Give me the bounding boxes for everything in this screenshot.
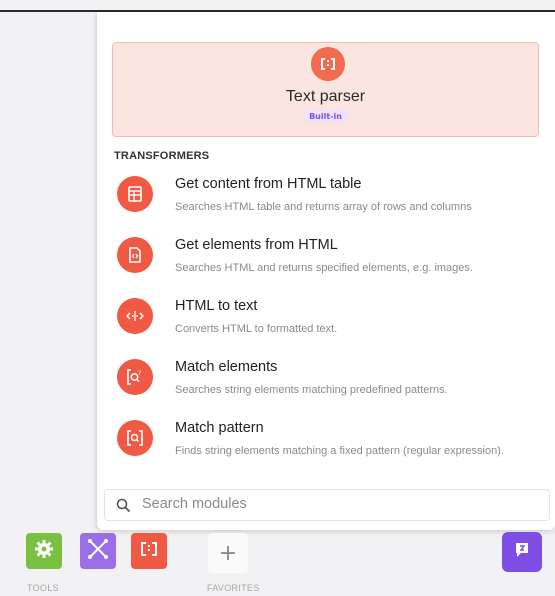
tools-button[interactable] bbox=[26, 533, 62, 569]
app-title: Text parser bbox=[285, 88, 366, 105]
section-label-transformers: TRANSFORMERS bbox=[114, 150, 210, 162]
text-parser-icon bbox=[311, 47, 345, 81]
match-pattern-icon bbox=[117, 420, 153, 456]
search-icon bbox=[116, 498, 131, 518]
flow-control-icon bbox=[87, 538, 109, 565]
module-title: Match pattern bbox=[175, 420, 264, 436]
search-input[interactable] bbox=[140, 495, 524, 513]
table-icon bbox=[117, 176, 153, 212]
module-title: Match elements bbox=[175, 359, 278, 375]
module-description: Searches HTML and returns specified elem… bbox=[175, 262, 473, 274]
search-box bbox=[104, 489, 550, 521]
add-favorite-button[interactable]: + bbox=[208, 533, 248, 573]
text-parser-icon bbox=[140, 541, 158, 562]
module-description: Searches HTML table and returns array of… bbox=[175, 201, 472, 213]
text-parser-button[interactable] bbox=[131, 533, 167, 569]
match-elements-icon: ? bbox=[117, 359, 153, 395]
built-in-badge: Built-in bbox=[304, 110, 347, 123]
flow-control-button[interactable] bbox=[80, 533, 116, 569]
chat-icon bbox=[512, 540, 532, 565]
module-item-get-content-html-table[interactable]: Get content from HTML table Searches HTM… bbox=[114, 176, 539, 232]
module-item-match-pattern[interactable]: Match pattern Finds string elements matc… bbox=[114, 420, 539, 476]
module-title: Get content from HTML table bbox=[175, 176, 362, 192]
module-description: Finds string elements matching a fixed p… bbox=[175, 445, 504, 457]
module-description: Converts HTML to formatted text. bbox=[175, 323, 338, 335]
html-file-icon bbox=[117, 237, 153, 273]
module-item-html-to-text[interactable]: HTML to text Converts HTML to formatted … bbox=[114, 298, 539, 354]
module-item-get-elements-html[interactable]: Get elements from HTML Searches HTML and… bbox=[114, 237, 539, 293]
gear-icon bbox=[34, 539, 54, 564]
text-parser-card[interactable]: Text parser Built-in bbox=[112, 42, 539, 137]
module-picker-panel: Text parser Built-in TRANSFORMERS Get co… bbox=[97, 12, 555, 530]
chat-button[interactable] bbox=[502, 532, 542, 572]
module-item-match-elements[interactable]: ? Match elements Searches string element… bbox=[114, 359, 539, 415]
module-title: Get elements from HTML bbox=[175, 237, 338, 253]
favorites-label: FAVORITES bbox=[207, 583, 260, 593]
module-title: HTML to text bbox=[175, 298, 258, 314]
html-to-text-icon bbox=[117, 298, 153, 334]
module-description: Searches string elements matching predef… bbox=[175, 384, 448, 396]
svg-text:?: ? bbox=[138, 370, 141, 377]
tools-label: TOOLS bbox=[27, 583, 59, 593]
